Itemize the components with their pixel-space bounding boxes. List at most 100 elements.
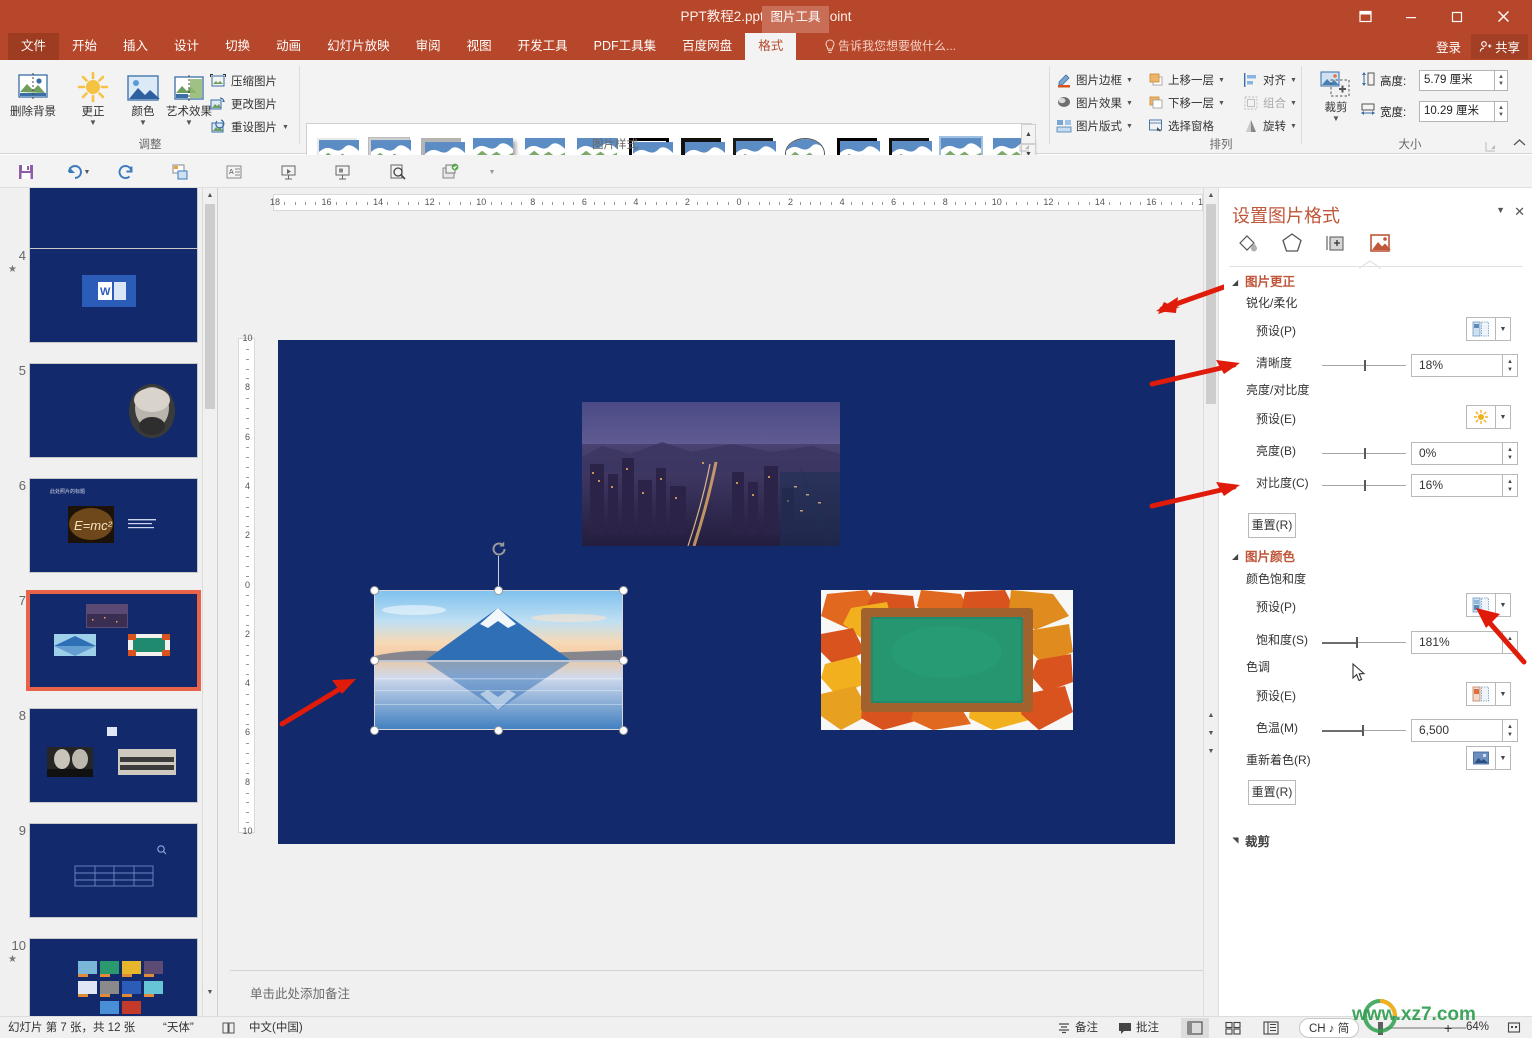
picture-border-caret-icon[interactable]: ▼ <box>1126 77 1133 84</box>
menu-item-file[interactable]: 文件 <box>8 33 60 60</box>
width-input[interactable]: 10.29 厘米 <box>1419 101 1495 122</box>
saturation-preset-caret-icon[interactable]: ▼ <box>1496 593 1511 617</box>
thumbnail-image[interactable]: W <box>29 248 198 343</box>
sharpness-spinner[interactable]: ▲ ▼ <box>1503 354 1518 377</box>
minimize-icon[interactable] <box>1388 3 1434 30</box>
thumbnail-image[interactable] <box>26 590 201 691</box>
text-box-icon[interactable]: A <box>222 160 246 184</box>
next-slide-button[interactable]: ▼ <box>1204 744 1218 759</box>
picture-tab[interactable] <box>1365 230 1395 256</box>
slide-scroll-down-icon[interactable]: ▲ <box>1204 708 1218 723</box>
resize-handle-e[interactable] <box>618 655 628 665</box>
custom-icon[interactable] <box>438 160 462 184</box>
compress-picture-button[interactable]: 压缩图片 <box>210 70 277 92</box>
menu-item-design[interactable]: 设计 <box>161 33 212 60</box>
temperature-input[interactable]: 6,500 <box>1411 719 1503 742</box>
new-slide-icon[interactable] <box>168 160 192 184</box>
align-button[interactable]: 对齐 ▼ <box>1243 69 1297 91</box>
contrast-spinner[interactable]: ▲ ▼ <box>1503 474 1518 497</box>
change-picture-button[interactable]: 更改图片 <box>210 93 277 115</box>
picture-color-expand-icon[interactable]: ◢ <box>1232 552 1238 561</box>
menu-item-home[interactable]: 开始 <box>59 33 110 60</box>
reset-picture-button[interactable]: 重设图片 ▼ <box>210 116 289 138</box>
crop-expand-icon[interactable]: ◢ <box>1231 837 1240 843</box>
zoom-level[interactable]: 64% <box>1466 1021 1489 1033</box>
thumbnail-image[interactable] <box>29 708 198 803</box>
slide-sorter-button[interactable] <box>1219 1018 1247 1038</box>
resize-handle-w[interactable] <box>369 655 379 665</box>
picture-border-button[interactable]: 图片样式 图片边框 ▼ <box>1056 69 1133 91</box>
thumbnail-image[interactable] <box>29 823 198 918</box>
language-status[interactable]: 中文(中国) <box>249 1017 303 1038</box>
picture-effects-button[interactable]: 图片效果 ▼ <box>1056 92 1133 114</box>
height-input[interactable]: 5.79 厘米 <box>1419 70 1495 91</box>
align-caret-icon[interactable]: ▼ <box>1290 77 1297 84</box>
slide-canvas[interactable] <box>278 340 1175 844</box>
resize-handle-n[interactable] <box>494 585 503 595</box>
zoom-in-button[interactable]: + <box>1444 1017 1452 1038</box>
menu-item-transitions[interactable]: 切换 <box>212 33 263 60</box>
redo-icon[interactable] <box>114 160 138 184</box>
saturation-input[interactable]: 181% <box>1411 631 1503 654</box>
previous-slide-button[interactable]: ▼ <box>1204 726 1218 741</box>
close-icon[interactable] <box>1480 3 1526 30</box>
brightness-spinner[interactable]: ▲ ▼ <box>1503 442 1518 465</box>
print-preview-icon[interactable] <box>386 160 410 184</box>
picture-city-night-skyline[interactable] <box>582 402 840 547</box>
maximize-icon[interactable] <box>1434 3 1480 30</box>
bring-forward-caret-icon[interactable]: ▼ <box>1218 77 1225 84</box>
menu-item-animations[interactable]: 动画 <box>263 33 314 60</box>
bring-forward-button[interactable]: 上移一层 ▼ <box>1148 69 1225 91</box>
temperature-spinner[interactable]: ▲ ▼ <box>1503 719 1518 742</box>
crop-caret-icon[interactable]: ▼ <box>1314 115 1358 123</box>
quick-access-more-icon[interactable]: ▼ <box>486 160 498 184</box>
theme-status[interactable]: “天体” <box>163 1017 194 1038</box>
picture-color-heading[interactable]: 图片颜色 <box>1245 546 1295 565</box>
menu-item-review[interactable]: 审阅 <box>403 33 454 60</box>
sharpness-input[interactable]: 18% <box>1411 354 1503 377</box>
size-properties-tab[interactable] <box>1321 230 1351 256</box>
contrast-slider-knob[interactable] <box>1364 480 1366 491</box>
brightness-input[interactable]: 0% <box>1411 442 1503 465</box>
reading-view-button[interactable] <box>1257 1018 1285 1038</box>
thumbnail-slide-6[interactable]: 6 此处照片的标题 E=mc² <box>0 478 217 578</box>
remove-background-button[interactable]: 删除背景 <box>4 64 62 119</box>
recolor-button[interactable] <box>1466 746 1496 770</box>
picture-styles-dialog-launcher[interactable] <box>1019 141 1030 152</box>
tone-preset-button[interactable] <box>1466 682 1496 706</box>
ribbon-display-options-icon[interactable] <box>1342 3 1388 30</box>
saturation-spinner[interactable]: ▲ ▼ <box>1503 631 1518 654</box>
menu-item-slideshow[interactable]: 幻灯片放映 <box>314 33 403 60</box>
menu-item-baidu-netdisk[interactable]: 百度网盘 <box>669 33 745 60</box>
thumbnail-slide-8[interactable]: 8 <box>0 708 217 808</box>
notes-pane[interactable]: 单击此处添加备注 <box>230 970 1205 1016</box>
sharpen-preset-caret-icon[interactable]: ▼ <box>1496 317 1511 341</box>
tone-preset-caret-icon[interactable]: ▼ <box>1496 682 1511 706</box>
thumbnail-scroll-up-icon[interactable]: ▲ <box>203 188 217 203</box>
resize-handle-se[interactable] <box>618 725 628 735</box>
thumbnail-slide-4[interactable]: 4 ★ W <box>0 248 217 348</box>
comments-button[interactable]: 批注 <box>1118 1017 1159 1038</box>
sharpen-preset-button[interactable] <box>1466 317 1496 341</box>
thumbnail-slide-3[interactable]: 3 <box>0 188 217 256</box>
brightness-preset-caret-icon[interactable]: ▼ <box>1496 405 1511 429</box>
picture-corrections-expand-icon[interactable]: ◢ <box>1232 278 1238 287</box>
resize-handle-nw[interactable] <box>369 585 379 595</box>
thumbnail-slide-7[interactable]: 7 <box>0 590 217 693</box>
rotate-handle[interactable] <box>490 540 508 558</box>
slide-vertical-scrollbar[interactable]: ▲ ▲ ▼ ▼ <box>1203 188 1218 1018</box>
spell-check-icon[interactable] <box>222 1017 236 1038</box>
rotate-button[interactable]: 旋转 ▼ <box>1243 115 1297 137</box>
notes-placeholder[interactable]: 单击此处添加备注 <box>250 983 350 1002</box>
picture-layout-caret-icon[interactable]: ▼ <box>1126 123 1133 130</box>
sharpness-slider-knob[interactable] <box>1364 360 1366 371</box>
menu-item-pdf-tools[interactable]: PDF工具集 <box>581 33 670 60</box>
notes-button[interactable]: 备注 <box>1057 1017 1098 1038</box>
width-spinner[interactable]: ▲ ▼ <box>1495 101 1508 122</box>
collapse-ribbon-icon[interactable] <box>1513 138 1526 150</box>
menu-item-developer[interactable]: 开发工具 <box>505 33 581 60</box>
save-icon[interactable] <box>14 160 38 184</box>
color-reset-button[interactable]: 重置(R) <box>1248 780 1296 805</box>
send-backward-button[interactable]: 下移一层 ▼ <box>1148 92 1225 114</box>
picture-effects-caret-icon[interactable]: ▼ <box>1126 100 1133 107</box>
